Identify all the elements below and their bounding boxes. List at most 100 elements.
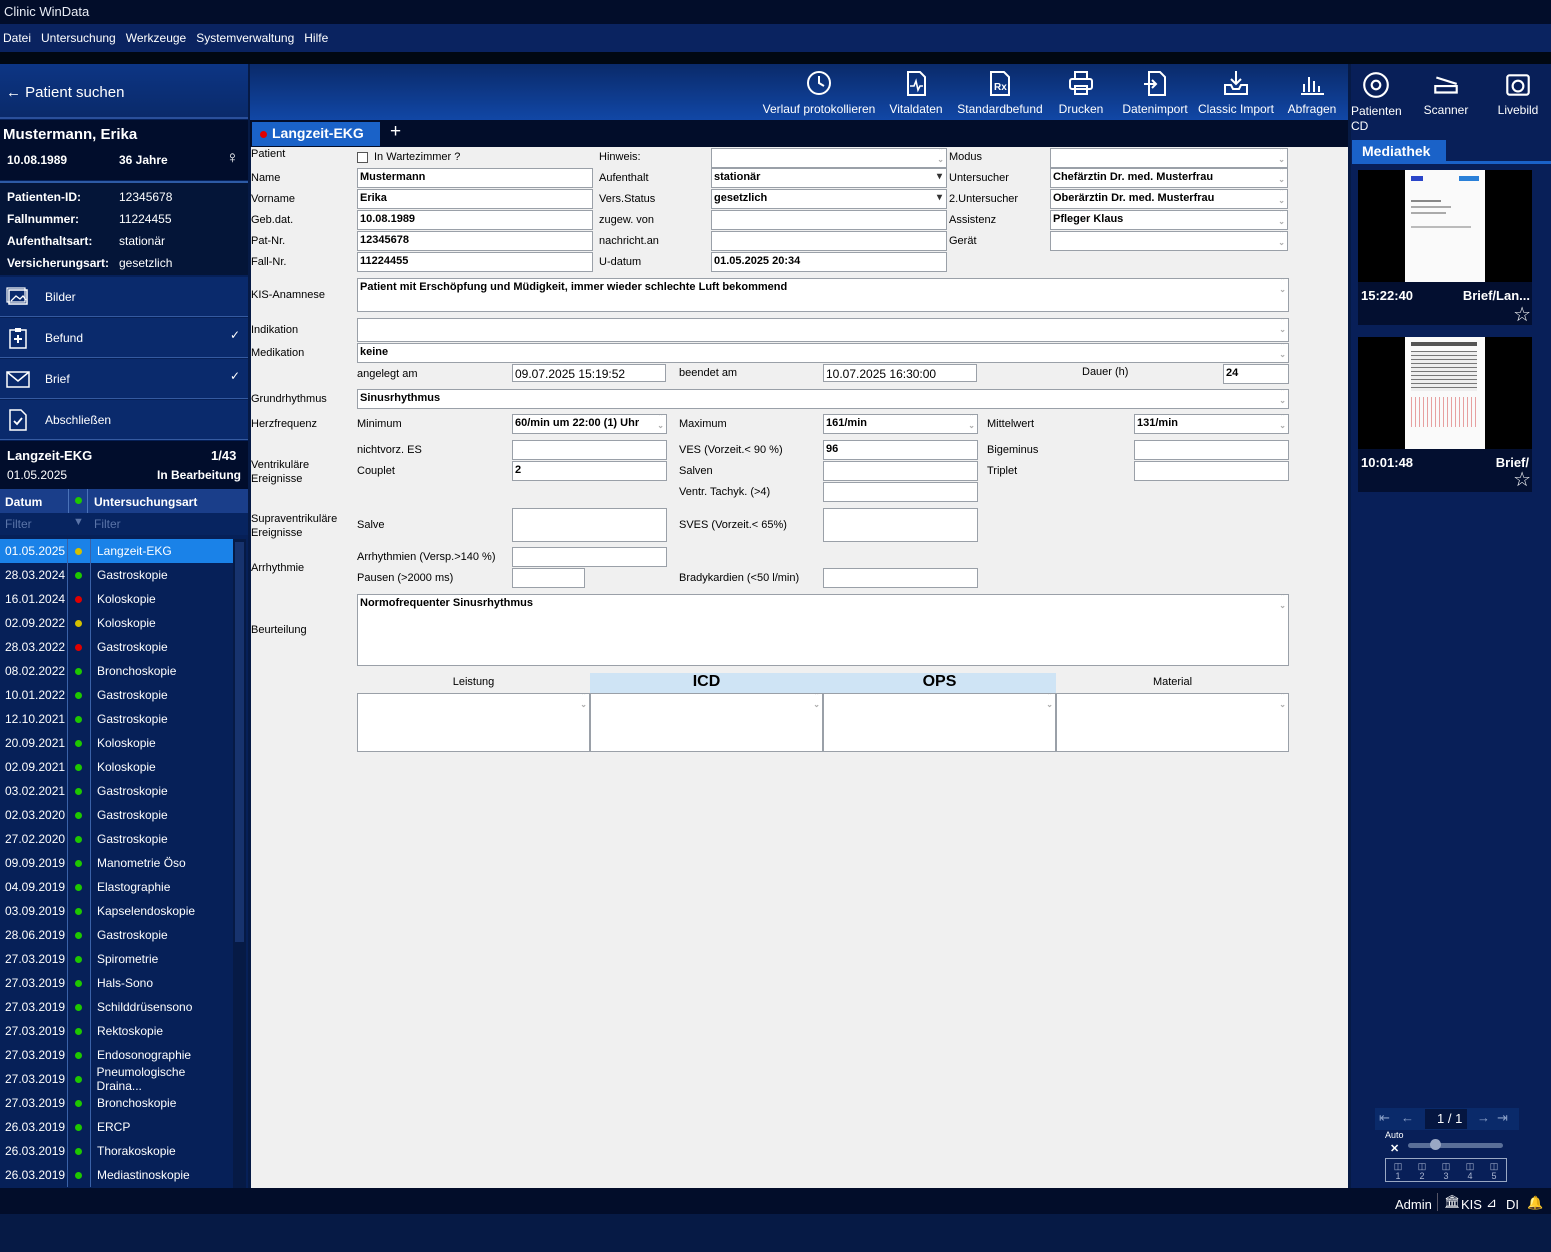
tachyk-field[interactable] [823, 482, 978, 502]
table-row[interactable]: 09.09.2019 Manometrie Öso [0, 851, 233, 875]
page-input[interactable]: 1 / 1 [1425, 1109, 1467, 1129]
nav-item-brief[interactable]: Brief ✓ [0, 359, 248, 399]
wartezimmer-checkbox[interactable] [357, 152, 368, 163]
media-thumbnail[interactable]: 15:22:40 Brief/Lan... ☆ [1358, 170, 1532, 327]
table-row[interactable]: 02.09.2021 Koloskopie [0, 755, 233, 779]
di-status[interactable]: DI [1506, 1197, 1519, 1212]
table-row[interactable]: 02.03.2020 Gastroskopie [0, 803, 233, 827]
table-row[interactable]: 03.02.2021 Gastroskopie [0, 779, 233, 803]
nav-item-abschliessen[interactable]: Abschließen [0, 400, 248, 440]
table-row[interactable]: 08.02.2022 Bronchoskopie [0, 659, 233, 683]
zugew-field[interactable] [711, 210, 947, 230]
scrollbar-thumb[interactable] [235, 542, 244, 942]
tab-mediathek[interactable]: Mediathek [1352, 140, 1446, 162]
sves-field[interactable] [823, 508, 978, 542]
kis-field[interactable]: Patient mit Erschöpfung und Müdigkeit, i… [357, 278, 1289, 312]
table-row[interactable]: 03.09.2019 Kapselendoskopie [0, 899, 233, 923]
table-row[interactable]: 28.06.2019 Gastroskopie [0, 923, 233, 947]
bigeminus-field[interactable] [1134, 440, 1289, 460]
salve-field[interactable] [512, 508, 667, 542]
menu-datei[interactable]: Datei [3, 31, 31, 45]
table-row[interactable]: 26.03.2019 Mediastinoskopie [0, 1163, 233, 1187]
layout-option[interactable]: ◫ 2 [1410, 1159, 1434, 1181]
hinweis-field[interactable] [711, 148, 947, 168]
ves-field[interactable]: 96 [823, 440, 978, 460]
fallnr-field[interactable]: 11224455 [357, 252, 593, 272]
first-page-icon[interactable]: ⇤ [1379, 1110, 1390, 1126]
geraet-field[interactable] [1050, 231, 1288, 251]
patienten-cd-button[interactable]: Patienten CD [1351, 70, 1403, 134]
last-page-icon[interactable]: ⇥ [1497, 1110, 1508, 1126]
grundrhythmus-field[interactable]: Sinusrhythmus [357, 389, 1289, 409]
icd-list[interactable] [590, 693, 823, 752]
layout-option[interactable]: ◫ 5 [1482, 1159, 1506, 1181]
menu-untersuchung[interactable]: Untersuchung [41, 31, 116, 45]
close-icon[interactable]: ✕ [1390, 1142, 1399, 1155]
tab-langzeit-ekg[interactable]: Langzeit-EKG [252, 122, 380, 146]
nav-item-bilder[interactable]: Bilder [0, 277, 248, 317]
kis-status[interactable]: KIS [1461, 1197, 1482, 1212]
layout-option[interactable]: ◫ 3 [1434, 1159, 1458, 1181]
table-row[interactable]: 27.03.2019 Spirometrie [0, 947, 233, 971]
ops-list[interactable] [823, 693, 1056, 752]
classic-import-button[interactable]: Classic Import [1196, 68, 1276, 116]
table-row[interactable]: 27.02.2020 Gastroskopie [0, 827, 233, 851]
table-row[interactable]: 28.03.2022 Gastroskopie [0, 635, 233, 659]
maximum-field[interactable]: 161/min [823, 414, 978, 434]
gebdat-field[interactable]: 10.08.1989 [357, 210, 593, 230]
verlauf-button[interactable]: Verlauf protokollieren [762, 68, 876, 116]
bell-icon[interactable]: 🔔 [1527, 1195, 1543, 1211]
drucken-button[interactable]: Drucken [1056, 68, 1106, 116]
layout-option[interactable]: ◫ 1 [1386, 1159, 1410, 1181]
livebild-button[interactable]: Livebild [1491, 70, 1545, 117]
table-row[interactable]: 27.03.2019 Endosonographie [0, 1043, 233, 1067]
datenimport-button[interactable]: Datenimport [1120, 68, 1190, 116]
slider-handle[interactable] [1430, 1139, 1441, 1150]
modus-field[interactable] [1050, 148, 1288, 168]
nav-item-befund[interactable]: Befund ✓ [0, 318, 248, 358]
mittelwert-field[interactable]: 131/min [1134, 414, 1289, 434]
udatum-field[interactable]: 01.05.2025 20:34 [711, 252, 947, 272]
beurteilung-field[interactable]: Normofrequenter Sinusrhythmus [357, 594, 1289, 666]
couplet-field[interactable]: 2 [512, 461, 667, 481]
aufenthalt-select[interactable]: stationär [711, 168, 947, 188]
nachricht-field[interactable] [711, 231, 947, 251]
pausen-field[interactable] [512, 568, 585, 588]
star-icon[interactable]: ☆ [1513, 302, 1531, 327]
nichtvorz-field[interactable] [512, 440, 667, 460]
arrhythmien-field[interactable] [512, 547, 667, 567]
name-field[interactable]: Mustermann [357, 168, 593, 188]
scanner-button[interactable]: Scanner [1419, 70, 1473, 117]
standardbefund-button[interactable]: Rx Standardbefund [954, 68, 1046, 116]
menu-hilfe[interactable]: Hilfe [304, 31, 328, 45]
table-row[interactable]: 04.09.2019 Elastographie [0, 875, 233, 899]
material-list[interactable] [1056, 693, 1289, 752]
table-row[interactable]: 10.01.2022 Gastroskopie [0, 683, 233, 707]
minimum-field[interactable]: 60/min um 22:00 (1) Uhr [512, 414, 667, 434]
table-row[interactable]: 27.03.2019 Bronchoskopie [0, 1091, 233, 1115]
column-header-type[interactable]: Untersuchungsart [94, 495, 197, 509]
table-row[interactable]: 12.10.2021 Gastroskopie [0, 707, 233, 731]
table-row[interactable]: 02.09.2022 Koloskopie [0, 611, 233, 635]
next-page-icon[interactable]: → [1477, 1110, 1490, 1125]
star-icon[interactable]: ☆ [1513, 467, 1531, 492]
indikation-field[interactable] [357, 318, 1289, 342]
versstatus-select[interactable]: gesetzlich [711, 189, 947, 209]
triplet-field[interactable] [1134, 461, 1289, 481]
angelegt-field[interactable]: 09.07.2025 15:19:52 [512, 364, 666, 382]
prev-page-icon[interactable]: ← [1401, 1110, 1414, 1125]
auto-slider[interactable] [1408, 1143, 1503, 1148]
table-row[interactable]: 27.03.2019 Rektoskopie [0, 1019, 233, 1043]
assistenz-field[interactable]: Pfleger Klaus [1050, 210, 1288, 230]
vorname-field[interactable]: Erika [357, 189, 593, 209]
media-thumbnail[interactable]: 10:01:48 Brief/ ☆ [1358, 337, 1532, 492]
table-row[interactable]: 20.09.2021 Koloskopie [0, 731, 233, 755]
abfragen-button[interactable]: Abfragen [1284, 68, 1340, 116]
table-row[interactable]: 27.03.2019 Schilddrüsensono [0, 995, 233, 1019]
patient-search-button[interactable]: ← Patient suchen [0, 64, 248, 119]
menu-systemverwaltung[interactable]: Systemverwaltung [196, 31, 294, 45]
date-filter-input[interactable]: Filter [5, 517, 32, 531]
table-row[interactable]: 26.03.2019 ERCP [0, 1115, 233, 1139]
untersucher-field[interactable]: Chefärztin Dr. med. Musterfrau [1050, 168, 1288, 188]
untersucher2-field[interactable]: Oberärztin Dr. med. Musterfrau [1050, 189, 1288, 209]
